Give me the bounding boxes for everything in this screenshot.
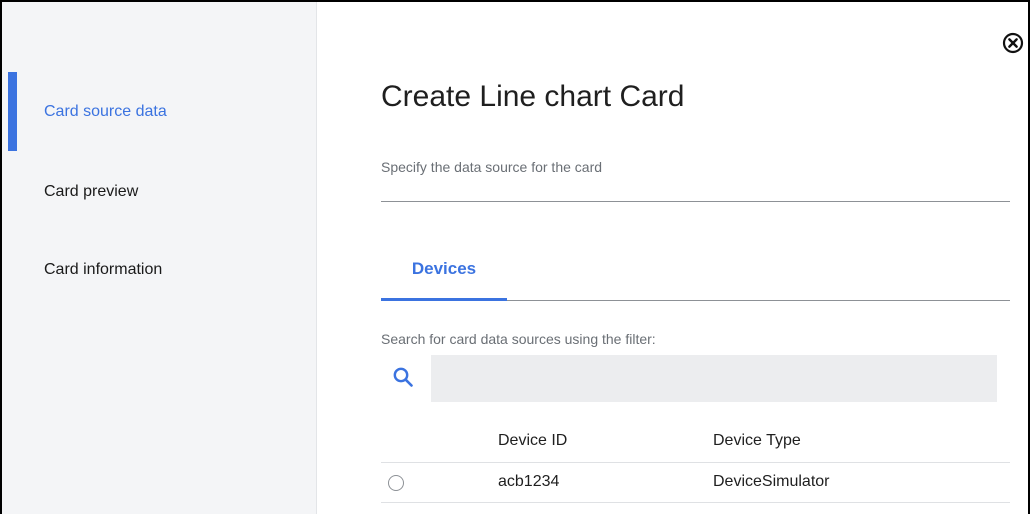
table-row-separator xyxy=(381,502,1010,503)
table-header-separator xyxy=(381,462,1010,463)
cell-device-id: acb1234 xyxy=(498,473,560,490)
active-step-indicator xyxy=(8,72,17,151)
header-divider xyxy=(381,201,1010,202)
tab-selected-underline xyxy=(381,298,507,301)
sidebar-item-card-information[interactable]: Card information xyxy=(44,261,162,279)
wizard-sidebar: Card source data Card preview Card infor… xyxy=(2,2,317,514)
row-select-radio[interactable] xyxy=(388,475,404,491)
cell-device-type: DeviceSimulator xyxy=(713,473,830,490)
close-circle-icon xyxy=(1002,32,1024,54)
tab-devices[interactable]: Devices xyxy=(381,259,507,279)
filter-label: Search for card data sources using the f… xyxy=(381,331,656,347)
column-header-device-type[interactable]: Device Type xyxy=(713,432,801,450)
sidebar-item-card-preview[interactable]: Card preview xyxy=(44,183,138,201)
dialog-title: Create Line chart Card xyxy=(381,80,685,113)
close-button[interactable] xyxy=(1002,32,1024,54)
search-icon[interactable] xyxy=(392,366,414,388)
dialog-subtitle: Specify the data source for the card xyxy=(381,159,603,175)
sidebar-item-card-source-data[interactable]: Card source data xyxy=(44,103,167,121)
column-header-device-id[interactable]: Device ID xyxy=(498,432,567,450)
search-input[interactable] xyxy=(431,355,997,402)
create-card-dialog: Card source data Card preview Card infor… xyxy=(0,0,1030,514)
